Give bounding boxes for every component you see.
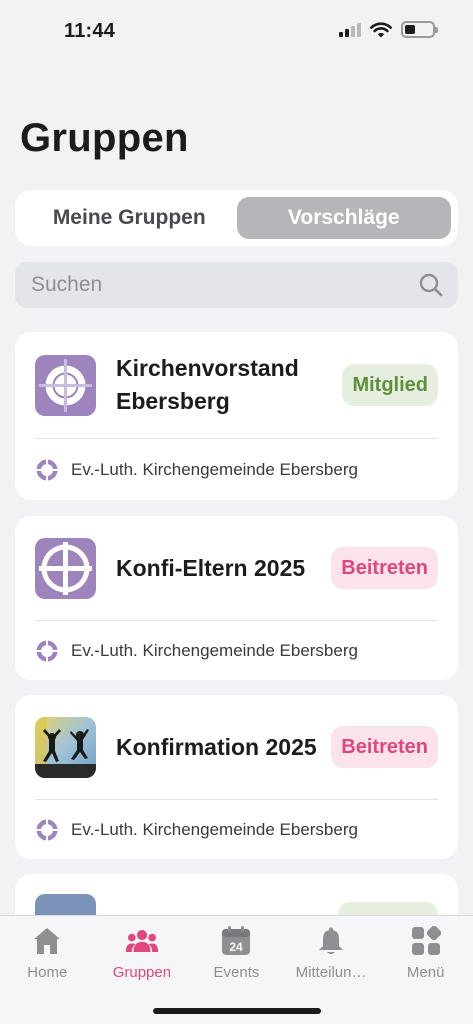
segment-my-groups[interactable]: Meine Gruppen <box>22 197 237 239</box>
group-image-church-logo <box>35 537 96 599</box>
tab-events[interactable]: 24 Events <box>189 924 284 986</box>
tab-label: Menü <box>406 964 445 981</box>
group-name-line: Kirchenvorstand <box>116 355 299 381</box>
group-name-line: Konfirmation 2025 <box>116 733 317 760</box>
church-logo-icon <box>36 818 58 841</box>
group-name: Kirchenvorstand Ebersberg <box>116 352 342 418</box>
church-logo-icon <box>36 459 58 481</box>
tab-label: Mitteilun… <box>295 964 367 981</box>
wifi-icon <box>370 21 392 37</box>
page-title: Gruppen <box>20 116 189 160</box>
group-card[interactable]: Kirchenvorstand Ebersberg Mitglied Ev.-L… <box>15 332 458 500</box>
tab-bar: Home Gruppen 24 Events Mitteilun… Menü <box>0 915 473 1024</box>
status-time: 11:44 <box>64 20 116 42</box>
tab-home[interactable]: Home <box>0 924 95 986</box>
home-icon <box>30 924 64 958</box>
bell-icon <box>314 924 348 958</box>
menu-grid-icon <box>409 924 443 958</box>
organization-name: Ev.-Luth. Kirchengemeinde Ebersberg <box>71 460 358 479</box>
organization-name: Ev.-Luth. Kirchengemeinde Ebersberg <box>71 640 358 660</box>
calendar-day: 24 <box>230 940 244 954</box>
status-icons <box>339 21 438 38</box>
tab-menu[interactable]: Menü <box>378 924 473 986</box>
group-name-line: Ebersberg <box>116 388 230 414</box>
tab-gruppen[interactable]: Gruppen <box>95 924 190 986</box>
calendar-icon: 24 <box>219 924 253 958</box>
search-bar <box>15 262 458 308</box>
group-name: Konfi-Eltern 2025 <box>116 552 331 585</box>
tab-label: Gruppen <box>112 964 172 981</box>
search-icon[interactable] <box>418 272 444 298</box>
tab-label: Home <box>27 964 68 981</box>
group-name-line: Konfi-Eltern 2025 <box>116 554 306 581</box>
search-input[interactable] <box>31 273 418 297</box>
group-card[interactable]: Konfirmation 2025 Beitreten Ev.-Luth. Ki… <box>15 695 458 859</box>
status-bar: 11:44 <box>0 0 473 62</box>
join-button[interactable]: Beitreten <box>331 726 438 768</box>
church-logo-icon <box>36 639 58 662</box>
member-badge: Mitglied <box>342 364 438 406</box>
tab-notifications[interactable]: Mitteilun… <box>284 924 379 986</box>
battery-icon <box>401 21 438 38</box>
group-image-jumping-people-photo <box>35 716 96 778</box>
group-image-church-logo <box>35 354 96 416</box>
people-icon <box>125 924 159 958</box>
group-name: Konfirmation 2025 <box>116 731 331 764</box>
group-filter-segmented-control: Meine Gruppen Vorschläge <box>15 190 458 246</box>
group-card[interactable]: Konfi-Eltern 2025 Beitreten Ev.-Luth. Ki… <box>15 516 458 680</box>
tab-label: Events <box>213 964 260 981</box>
segment-suggestions[interactable]: Vorschläge <box>236 197 451 239</box>
cellular-signal-icon <box>339 22 361 37</box>
join-button[interactable]: Beitreten <box>331 547 438 589</box>
home-indicator <box>153 1008 321 1014</box>
organization-name: Ev.-Luth. Kirchengemeinde Ebersberg <box>71 819 358 839</box>
